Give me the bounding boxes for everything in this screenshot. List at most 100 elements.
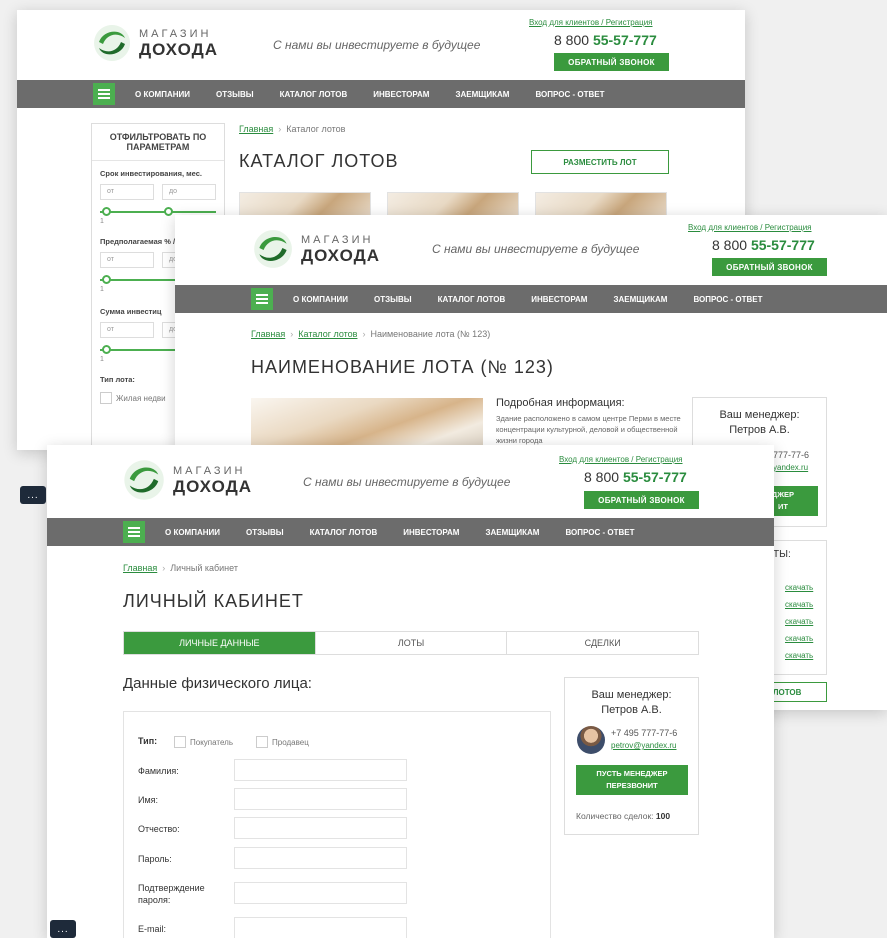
callback-button[interactable]: ОБРАТНЫЙ ЗВОНОК [554,53,669,71]
site-logo[interactable]: МАГАЗИН ДОХОДА [91,22,218,64]
nav-borrowers[interactable]: ЗАЕМЩИКАМ [613,295,667,304]
breadcrumb-current: Личный кабинет [170,563,238,573]
nav-investors[interactable]: ИНВЕСТОРАМ [403,528,459,537]
password-confirm-input[interactable] [234,882,407,904]
nav-faq[interactable]: ВОПРОС - ОТВЕТ [565,528,634,537]
more-options-button[interactable]: ... [20,486,46,504]
nav-faq[interactable]: ВОПРОС - ОТВЕТ [535,90,604,99]
manager-email-partial[interactable]: yandex.ru [773,463,808,472]
nav-investors[interactable]: ИНВЕСТОРАМ [373,90,429,99]
type-seller-checkbox[interactable]: Продавец [256,736,309,748]
breadcrumb-catalog[interactable]: Каталог лотов [298,329,357,339]
nav-borrowers[interactable]: ЗАЕМЩИКАМ [455,90,509,99]
field-label-name: Имя: [138,795,159,805]
breadcrumb: Главная › Каталог лотов › Наименование лота … [251,329,491,339]
download-link[interactable]: скачать [785,617,813,626]
manager-email[interactable]: petrov@yandex.ru [611,741,677,750]
field-label-email: E-mail: [138,924,167,934]
logo-text-bottom: ДОХОДА [173,476,252,496]
download-link[interactable]: скачать [785,651,813,660]
manager-callback-label-1: ДЖЕР [771,490,795,499]
menu-icon[interactable] [123,521,145,543]
tab-personal-data[interactable]: ЛИЧНЫЕ ДАННЫЕ [124,632,315,654]
type-label: Тип: [138,736,158,746]
breadcrumb-home[interactable]: Главная [239,124,273,134]
phone-digits: 55-57-777 [592,32,657,48]
place-lot-button[interactable]: РАЗМЕСТИТЬ ЛОТ [531,150,669,174]
nav-reviews[interactable]: ОТЗЫВЫ [216,90,254,99]
breadcrumb-current: Наименование лота (№ 123) [370,329,491,339]
phone-number: 8 800 55-57-777 [712,237,815,253]
filter-title: ОТФИЛЬТРОВАТЬ ПО ПАРАМЕТРАМ [92,124,224,161]
tab-lots[interactable]: ЛОТЫ [314,632,507,654]
logo-icon [254,230,292,268]
deals-count-value: 100 [655,811,671,821]
site-logo[interactable]: МАГАЗИН ДОХОДА [251,227,380,271]
field-label-password: Пароль: [138,854,172,864]
nav-faq[interactable]: ВОПРОС - ОТВЕТ [693,295,762,304]
login-link[interactable]: Вход для клиентов / Регистрация [688,223,812,232]
page-title: НАИМЕНОВАНИЕ ЛОТА (№ 123) [251,357,554,377]
nav-reviews[interactable]: ОТЗЫВЫ [246,528,284,537]
phone-prefix: 8 800 [712,237,751,253]
nav-about[interactable]: О КОМПАНИИ [293,295,348,304]
nav-borrowers[interactable]: ЗАЕМЩИКАМ [485,528,539,537]
main-nav: О КОМПАНИИ ОТЗЫВЫ КАТАЛОГ ЛОТОВ ИНВЕСТОР… [47,518,774,546]
site-logo[interactable]: МАГАЗИН ДОХОДА [121,457,252,503]
phone-digits: 55-57-777 [750,237,815,253]
manager-title: Ваш менеджер: [719,409,800,421]
manager-callback-label-2: ИТ [778,502,788,511]
nav-catalog[interactable]: КАТАЛОГ ЛОТОВ [280,90,348,99]
manager-callback-button[interactable]: ПУСТЬ МЕНЕДЖЕР ПЕРЕЗВОНИТ [576,765,688,795]
nav-investors[interactable]: ИНВЕСТОРАМ [531,295,587,304]
password-input[interactable] [234,847,407,869]
callback-button[interactable]: ОБРАТНЫЙ ЗВОНОК [712,258,827,276]
breadcrumb-home[interactable]: Главная [251,329,285,339]
surname-input[interactable] [234,759,407,781]
type-buyer-checkbox[interactable]: Покупатель [174,736,233,748]
manager-phone-partial: 777-77-6 [773,450,810,460]
deals-count: Количество сделок: 100 [576,811,670,821]
nav-catalog[interactable]: КАТАЛОГ ЛОТОВ [438,295,506,304]
callback-button[interactable]: ОБРАТНЫЙ ЗВОНОК [584,491,699,509]
manager-name: Петров А.В. [729,424,790,436]
section-title: Данные физического лица: [123,675,312,692]
deals-count-label: Количество сделок: [576,811,654,821]
documents-title-partial: ТЫ: [773,549,791,560]
manager-phone: +7 495 777-77-6 [611,728,678,738]
menu-icon[interactable] [251,288,273,310]
more-options-button[interactable]: ... [50,920,76,938]
lot-type-option-label: Жилая недви [116,393,166,403]
yield-from-input[interactable]: от [100,252,154,268]
nav-catalog[interactable]: КАТАЛОГ ЛОТОВ [310,528,378,537]
manager-name: Петров А.В. [601,704,662,716]
term-from-input[interactable]: от [100,184,154,200]
download-link[interactable]: скачать [785,634,813,643]
field-label-surname: Фамилия: [138,766,179,776]
breadcrumb-home[interactable]: Главная [123,563,157,573]
nav-reviews[interactable]: ОТЗЫВЫ [374,295,412,304]
logo-icon [94,25,131,61]
patronymic-input[interactable] [234,817,407,839]
download-link[interactable]: скачать [785,583,813,592]
sum-from-input[interactable]: от [100,322,154,338]
breadcrumb: Главная › Каталог лотов [239,124,346,134]
nav-about[interactable]: О КОМПАНИИ [165,528,220,537]
login-link[interactable]: Вход для клиентов / Регистрация [529,18,653,27]
name-input[interactable] [234,788,407,810]
logo-text-bottom: ДОХОДА [301,245,380,265]
term-to-input[interactable]: до [162,184,216,200]
tab-deals[interactable]: СДЕЛКИ [506,632,698,654]
page-title: ЛИЧНЫЙ КАБИНЕТ [123,591,304,611]
menu-icon[interactable] [93,83,115,105]
personal-data-form: Тип: Покупатель Продавец Фамилия: Имя: О… [123,711,551,938]
nav-about[interactable]: О КОМПАНИИ [135,90,190,99]
login-link[interactable]: Вход для клиентов / Регистрация [559,455,683,464]
email-input[interactable] [234,917,407,938]
phone-digits: 55-57-777 [622,469,687,485]
download-link[interactable]: скачать [785,600,813,609]
main-nav: О КОМПАНИИ ОТЗЫВЫ КАТАЛОГ ЛОТОВ ИНВЕСТОР… [175,285,887,313]
phone-number: 8 800 55-57-777 [554,32,657,48]
manager-avatar [577,726,605,754]
phone-prefix: 8 800 [584,469,623,485]
